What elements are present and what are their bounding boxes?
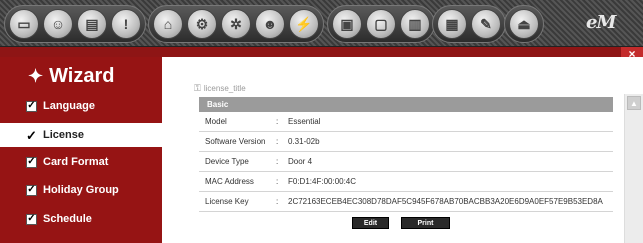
wand-icon: ✦: [28, 66, 44, 86]
tools-icon[interactable]: ✎: [471, 9, 501, 39]
sidebar-item-label: License: [43, 129, 84, 141]
row-colon: :: [276, 137, 279, 146]
row-value: Essential: [288, 117, 321, 126]
sidebar-item-holiday-group[interactable]: ✓ Holiday Group: [0, 178, 162, 202]
section-header: Basic: [199, 97, 613, 112]
door-icon[interactable]: ⌂: [153, 9, 183, 39]
sidebar-item-label: Language: [43, 100, 95, 112]
sidebar-item-schedule[interactable]: ✓ Schedule: [0, 207, 162, 231]
user-icon[interactable]: ☺: [43, 9, 73, 39]
wizard-sidebar: ✦ Wizard ✓ Language ✓ License ✓ Card For…: [0, 57, 162, 243]
sidebar-item-license[interactable]: ✓ License: [0, 123, 162, 147]
chart-icon[interactable]: ▥: [400, 9, 430, 39]
row-value: Door 4: [288, 157, 313, 166]
edit-button[interactable]: Edit: [352, 217, 389, 229]
main-toolbar: ▭ ☺ ▤ ! ⌂ ⚙ ✲ ☻ ⚡ ▣ ▢ ▥ ▦ ✎ ⏏ eM: [0, 0, 643, 47]
sidebar-item-card-format[interactable]: ✓ Card Format: [0, 150, 162, 174]
wizard-title-label: Wizard: [49, 65, 115, 87]
row-value: F0:D1:4F:00:00:4C: [288, 177, 357, 186]
main-content: ⚿ license_title Basic Model : Essential …: [162, 57, 643, 243]
row-value: 0.31-02b: [288, 137, 320, 146]
brand-logo: eM: [586, 12, 616, 33]
exit-icon[interactable]: ⏏: [509, 9, 539, 39]
monitor-icon[interactable]: ▭: [9, 9, 39, 39]
toolbar-group-5: ⏏: [504, 5, 544, 43]
checkmark-icon: ✓: [26, 127, 37, 143]
save-icon[interactable]: ▣: [332, 9, 362, 39]
grid-icon[interactable]: ▦: [437, 9, 467, 39]
network-icon[interactable]: ⚡: [289, 9, 319, 39]
checkbox-icon: ✓: [26, 156, 37, 168]
document-icon[interactable]: ▤: [77, 9, 107, 39]
table-row: MAC Address : F0:D1:4F:00:00:4C: [199, 172, 613, 192]
vertical-scrollbar[interactable]: ▲: [624, 94, 643, 243]
settings-icon[interactable]: ✲: [221, 9, 251, 39]
page-title-label: license_title: [203, 84, 246, 93]
sidebar-item-label: Schedule: [43, 213, 92, 225]
table-row: Model : Essential: [199, 112, 613, 132]
sidebar-item-label: Card Format: [43, 156, 109, 168]
header-strip: [0, 47, 643, 57]
row-label: Model: [205, 117, 227, 126]
sidebar-item-language[interactable]: ✓ Language: [0, 94, 162, 118]
sidebar-item-label: Holiday Group: [43, 184, 119, 196]
row-colon: :: [276, 197, 279, 206]
toolbar-group-2: ⌂ ⚙ ✲ ☻ ⚡: [148, 5, 324, 43]
checkbox-icon: ✓: [26, 184, 37, 196]
row-colon: :: [276, 157, 279, 166]
license-panel: Basic Model : Essential Software Version…: [199, 97, 613, 229]
toolbar-group-3: ▣ ▢ ▥: [327, 5, 435, 43]
row-label: MAC Address: [205, 177, 254, 186]
table-row: License Key : 2C72163ECEB4EC308D78DAF5C9…: [199, 192, 613, 212]
table-row: Device Type : Door 4: [199, 152, 613, 172]
checkbox-icon: ✓: [26, 213, 37, 225]
row-label: Software Version: [205, 137, 266, 146]
checkbox-icon: ✓: [26, 100, 37, 112]
key-icon: ⚿: [194, 83, 201, 93]
page-icon[interactable]: ▢: [366, 9, 396, 39]
row-colon: :: [276, 177, 279, 186]
action-buttons: Edit Print: [352, 217, 613, 229]
wizard-title: ✦ Wizard: [28, 65, 114, 88]
toolbar-group-4: ▦ ✎: [432, 5, 506, 43]
person-settings-icon[interactable]: ☻: [255, 9, 285, 39]
scroll-up-icon[interactable]: ▲: [627, 96, 641, 110]
print-button[interactable]: Print: [401, 217, 450, 229]
alert-icon[interactable]: !: [111, 9, 141, 39]
table-row: Software Version : 0.31-02b: [199, 132, 613, 152]
door-config-icon[interactable]: ⚙: [187, 9, 217, 39]
row-label: License Key: [205, 197, 249, 206]
page-title: ⚿ license_title: [194, 83, 246, 94]
row-label: Device Type: [205, 157, 249, 166]
toolbar-group-1: ▭ ☺ ▤ !: [4, 5, 146, 43]
row-colon: :: [276, 117, 279, 126]
row-value: 2C72163ECEB4EC308D78DAF5C945F678AB70BACB…: [288, 197, 603, 206]
